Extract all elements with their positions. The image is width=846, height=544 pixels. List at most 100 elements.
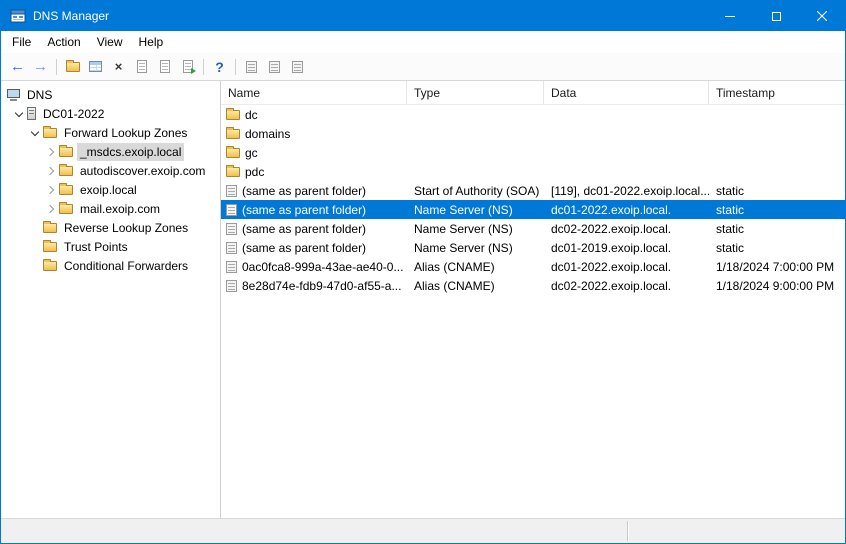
console-extra-button-2[interactable] bbox=[263, 56, 286, 78]
tree-item-autodiscover-zone[interactable]: autodiscover.exoip.com bbox=[1, 161, 220, 180]
chevron-right-icon[interactable] bbox=[45, 203, 57, 215]
row-timestamp: 1/18/2024 7:00:00 PM bbox=[709, 260, 845, 274]
tree-item-trust-points[interactable]: Trust Points bbox=[1, 237, 220, 256]
console-extra-button-3[interactable] bbox=[286, 56, 309, 78]
status-bar-right bbox=[628, 519, 845, 543]
folder-icon bbox=[226, 167, 240, 177]
row-timestamp: static bbox=[709, 184, 845, 198]
console-tree-icon bbox=[66, 62, 80, 72]
refresh-icon bbox=[160, 60, 170, 73]
chevron-down-icon[interactable] bbox=[29, 127, 41, 139]
folder-icon bbox=[226, 129, 240, 139]
toolbar-separator bbox=[235, 59, 236, 75]
folder-icon bbox=[226, 110, 240, 120]
minimize-icon bbox=[725, 16, 735, 17]
row-type: Alias (CNAME) bbox=[407, 260, 544, 274]
table-row[interactable]: dc bbox=[221, 105, 845, 124]
row-name: (same as parent folder) bbox=[242, 222, 366, 236]
row-name: gc bbox=[245, 146, 258, 160]
tree-item-mail-zone[interactable]: mail.exoip.com bbox=[1, 199, 220, 218]
list-header: Name Type Data Timestamp bbox=[221, 81, 845, 105]
row-type: Start of Authority (SOA) bbox=[407, 184, 544, 198]
row-timestamp: static bbox=[709, 203, 845, 217]
zone-folder-icon bbox=[59, 185, 73, 195]
row-type: Name Server (NS) bbox=[407, 222, 544, 236]
console-extra-button-1[interactable] bbox=[240, 56, 263, 78]
zone-folder-icon bbox=[59, 204, 73, 214]
minimize-button[interactable] bbox=[707, 1, 753, 31]
back-button[interactable]: ← bbox=[6, 56, 29, 78]
close-button[interactable] bbox=[799, 1, 845, 31]
table-row[interactable]: (same as parent folder) Name Server (NS)… bbox=[221, 219, 845, 238]
menu-bar: File Action View Help bbox=[1, 31, 845, 53]
window-controls bbox=[707, 1, 845, 31]
record-icon bbox=[226, 242, 237, 254]
export-list-button[interactable] bbox=[176, 56, 199, 78]
row-timestamp: static bbox=[709, 241, 845, 255]
folder-icon bbox=[43, 242, 57, 252]
chevron-right-icon[interactable] bbox=[45, 165, 57, 177]
table-row[interactable]: pdc bbox=[221, 162, 845, 181]
folder-icon bbox=[43, 128, 57, 138]
column-header-type[interactable]: Type bbox=[407, 81, 544, 104]
column-header-data[interactable]: Data bbox=[544, 81, 709, 104]
table-row-selected[interactable]: (same as parent folder) Name Server (NS)… bbox=[221, 200, 845, 219]
row-name: domains bbox=[245, 127, 290, 141]
zone-folder-icon bbox=[59, 147, 73, 157]
column-header-timestamp[interactable]: Timestamp bbox=[709, 81, 845, 104]
table-row[interactable]: (same as parent folder) Start of Authori… bbox=[221, 181, 845, 200]
menu-help[interactable]: Help bbox=[131, 32, 172, 52]
export-list-icon bbox=[183, 60, 193, 73]
chevron-right-icon[interactable] bbox=[45, 184, 57, 196]
delete-button[interactable]: × bbox=[107, 56, 130, 78]
tree-item-label: autodiscover.exoip.com bbox=[77, 162, 208, 180]
tree-item-msdcs-zone[interactable]: _msdcs.exoip.local bbox=[1, 142, 220, 161]
menu-view[interactable]: View bbox=[89, 32, 131, 52]
row-type: Alias (CNAME) bbox=[407, 279, 544, 293]
record-icon bbox=[226, 204, 237, 216]
chevron-down-icon[interactable] bbox=[13, 108, 25, 120]
refresh-button[interactable] bbox=[153, 56, 176, 78]
tree-item-dns-root[interactable]: DNS bbox=[1, 85, 220, 104]
tree-item-conditional-forwarders[interactable]: Conditional Forwarders bbox=[1, 256, 220, 275]
chevron-placeholder bbox=[29, 260, 41, 272]
table-row[interactable]: (same as parent folder) Name Server (NS)… bbox=[221, 238, 845, 257]
back-icon: ← bbox=[10, 59, 25, 74]
folder-icon bbox=[43, 223, 57, 233]
table-row[interactable]: gc bbox=[221, 143, 845, 162]
maximize-button[interactable] bbox=[753, 1, 799, 31]
table-row[interactable]: domains bbox=[221, 124, 845, 143]
title-bar: DNS Manager bbox=[1, 1, 845, 31]
maximize-icon bbox=[772, 12, 781, 21]
toolbar: ← → × ? bbox=[1, 53, 845, 81]
tree-item-exoip-local-zone[interactable]: exoip.local bbox=[1, 180, 220, 199]
show-console-tree-button[interactable] bbox=[61, 56, 84, 78]
row-name: (same as parent folder) bbox=[242, 203, 366, 217]
forward-button[interactable]: → bbox=[29, 56, 52, 78]
server-icon bbox=[27, 107, 36, 120]
tree-item-label: DC01-2022 bbox=[40, 105, 107, 123]
menu-action[interactable]: Action bbox=[39, 32, 88, 52]
tree-item-reverse-lookup-zones[interactable]: Reverse Lookup Zones bbox=[1, 218, 220, 237]
status-bar bbox=[1, 518, 845, 543]
menu-file[interactable]: File bbox=[4, 32, 39, 52]
show-action-pane-button[interactable] bbox=[84, 56, 107, 78]
properties-button[interactable] bbox=[130, 56, 153, 78]
tree-item-label: Trust Points bbox=[61, 238, 131, 256]
chevron-right-icon[interactable] bbox=[45, 146, 57, 158]
action-pane-icon bbox=[89, 61, 102, 72]
help-icon: ? bbox=[215, 60, 224, 74]
tree-item-server[interactable]: DC01-2022 bbox=[1, 104, 220, 123]
row-type: Name Server (NS) bbox=[407, 241, 544, 255]
row-name: 8e28d74e-fdb9-47d0-af55-a... bbox=[242, 279, 401, 293]
table-row[interactable]: 0ac0fca8-999a-43ae-ae40-0... Alias (CNAM… bbox=[221, 257, 845, 276]
column-header-name[interactable]: Name bbox=[221, 81, 407, 104]
tree-item-forward-lookup-zones[interactable]: Forward Lookup Zones bbox=[1, 123, 220, 142]
table-row[interactable]: 8e28d74e-fdb9-47d0-af55-a... Alias (CNAM… bbox=[221, 276, 845, 295]
chevron-placeholder bbox=[29, 222, 41, 234]
row-timestamp: 1/18/2024 9:00:00 PM bbox=[709, 279, 845, 293]
app-icon bbox=[10, 8, 26, 24]
row-name: dc bbox=[245, 108, 258, 122]
dns-manager-window: DNS Manager File Action View Help ← → × … bbox=[0, 0, 846, 544]
help-button[interactable]: ? bbox=[208, 56, 231, 78]
